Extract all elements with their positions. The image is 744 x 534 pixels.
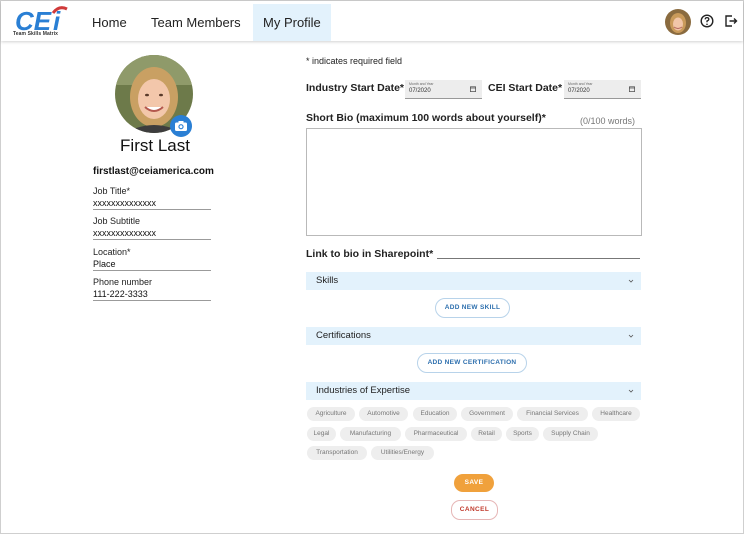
industry-start-input[interactable]: Month and Year 07/2020 [405, 80, 482, 99]
cei-start-value: 07/2020 [568, 88, 590, 94]
industry-chip[interactable]: Agriculture [307, 407, 355, 421]
change-photo-button[interactable] [170, 115, 192, 137]
camera-icon [175, 121, 187, 131]
phone-label: Phone number [93, 277, 153, 287]
chevron-down-icon [628, 279, 634, 283]
industry-chip[interactable]: Education [413, 407, 457, 421]
add-skill-button[interactable]: ADD NEW SKILL [435, 298, 510, 318]
top-nav: CE i Team Skills Matrix Home Team Member… [1, 1, 743, 41]
industry-chip[interactable]: Pharmaceutical [405, 427, 467, 441]
profile-email: firstlast@ceiamerica.com [93, 166, 214, 177]
nav-tab-home[interactable]: Home [82, 4, 137, 41]
cei-start-label: CEI Start Date* [488, 82, 563, 94]
industry-start-label: Industry Start Date* [306, 82, 405, 94]
profile-name: First Last [120, 136, 190, 155]
bio-word-count: (0/100 words) [580, 116, 636, 126]
job-title-label: Job Title* [93, 186, 131, 196]
avatar-image [665, 9, 691, 35]
user-avatar[interactable] [665, 9, 691, 35]
required-note: * indicates required field [306, 56, 403, 66]
logout-icon[interactable] [724, 14, 738, 28]
industry-chip[interactable]: Automotive [359, 407, 408, 421]
industry-chip[interactable]: Utilities/Energy [371, 446, 434, 460]
sharepoint-label: Link to bio in Sharepoint* [306, 248, 434, 260]
skills-title: Skills [316, 275, 339, 286]
nav-tab-my-profile[interactable]: My Profile [253, 4, 331, 41]
phone-value[interactable]: 111-222-3333 [93, 288, 211, 300]
location-label: Location* [93, 247, 131, 257]
industry-chip[interactable]: Sports [506, 427, 539, 441]
industry-chip[interactable]: Healthcare [592, 407, 640, 421]
job-subtitle-field[interactable]: Job Subtitle xxxxxxxxxxxxxx [93, 215, 211, 240]
chevron-down-icon [628, 334, 634, 338]
industry-chip[interactable]: Legal [307, 427, 336, 441]
job-title-field[interactable]: Job Title* xxxxxxxxxxxxxx [93, 185, 211, 210]
industry-chip[interactable]: Manufacturing [340, 427, 401, 441]
chevron-down-icon [628, 389, 634, 393]
cei-start-input[interactable]: Month and Year 07/2020 [564, 80, 641, 99]
bio-textarea[interactable] [306, 128, 642, 236]
industry-chip[interactable]: Government [461, 407, 513, 421]
bio-label: Short Bio (maximum 100 words about yours… [306, 112, 546, 124]
job-subtitle-value[interactable]: xxxxxxxxxxxxxx [93, 227, 211, 239]
job-title-value[interactable]: xxxxxxxxxxxxxx [93, 197, 211, 209]
help-icon[interactable] [700, 14, 714, 28]
skills-section-header[interactable]: Skills [306, 272, 641, 290]
industry-start-value: 07/2020 [409, 88, 431, 94]
calendar-icon[interactable] [470, 86, 476, 92]
save-button[interactable]: SAVE [454, 474, 494, 492]
certifications-section-header[interactable]: Certifications [306, 327, 641, 345]
industry-chip[interactable]: Financial Services [517, 407, 588, 421]
location-field[interactable]: Location* Place [93, 246, 211, 271]
phone-field[interactable]: Phone number 111-222-3333 [93, 276, 211, 301]
sharepoint-input[interactable] [437, 258, 640, 259]
job-subtitle-label: Job Subtitle [93, 216, 141, 226]
add-certification-button[interactable]: ADD NEW CERTIFICATION [417, 353, 527, 373]
location-value[interactable]: Place [93, 258, 211, 270]
cei-start-hint: Month and Year [568, 82, 593, 86]
nav-tab-team-members[interactable]: Team Members [141, 4, 251, 41]
industries-title: Industries of Expertise [316, 385, 410, 396]
logo-subtitle: Team Skills Matrix [13, 31, 59, 37]
industry-chip[interactable]: Supply Chain [543, 427, 598, 441]
industry-chip[interactable]: Transportation [307, 446, 367, 460]
calendar-icon[interactable] [629, 86, 635, 92]
industry-start-hint: Month and Year [409, 82, 434, 86]
certifications-title: Certifications [316, 330, 371, 341]
industry-chip[interactable]: Retail [471, 427, 502, 441]
cancel-button[interactable]: CANCEL [451, 500, 498, 520]
industries-section-header[interactable]: Industries of Expertise [306, 382, 641, 400]
